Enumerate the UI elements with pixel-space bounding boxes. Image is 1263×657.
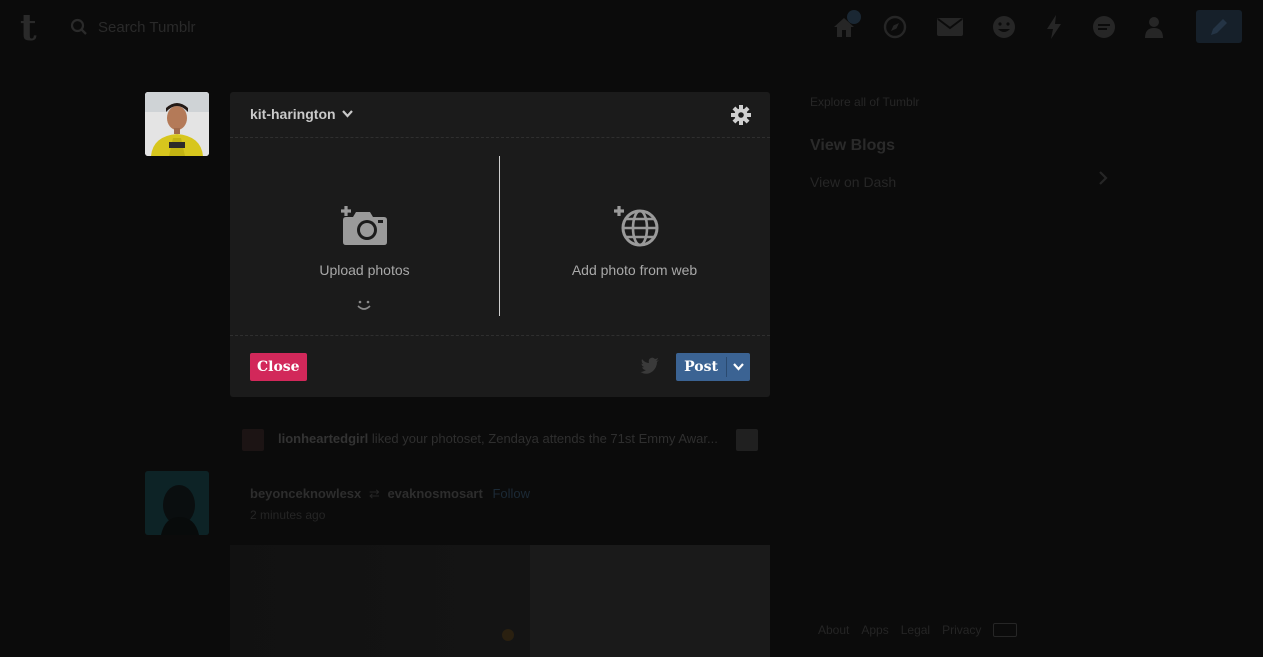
twitter-icon[interactable] [640,357,660,375]
photo-source-area: Upload photos Add photo from web [230,138,770,336]
footer-links: About Apps Legal Privacy [818,623,1018,637]
chevron-right-icon [1099,171,1108,185]
home-icon[interactable] [829,10,861,42]
post-author[interactable]: beyonceknowlesx [250,486,361,501]
post-image [230,545,770,657]
notification-user[interactable]: lionheartedgirl [278,431,368,446]
tumblr-logo[interactable]: t [20,8,37,48]
post-button-label: Post [684,359,718,375]
view-on-dash-link[interactable]: View on Dash [810,174,896,190]
compose-icon [1211,18,1227,35]
explore-link[interactable]: Explore all of Tumblr [810,95,919,109]
add-photo-from-web-label: Add photo from web [571,262,698,278]
top-bar: t Search Tumblr [0,0,1263,54]
notification-text: lionheartedgirl liked your photoset, Zen… [278,431,718,446]
editor-header: kit-harington [230,92,770,138]
reblog-source[interactable]: evaknosmosart [387,486,482,501]
home-badge [847,10,861,24]
account-icon[interactable] [1139,12,1169,42]
activity-notification: lionheartedgirl liked your photoset, Zen… [230,423,770,455]
post-button[interactable]: Post [676,353,750,381]
chat-icon[interactable] [1089,12,1119,42]
upload-photos-option[interactable]: Upload photos [230,138,499,336]
footer-apps-link[interactable]: Apps [861,623,888,637]
notification-thumbnail [736,429,758,451]
footer-privacy-link[interactable]: Privacy [942,623,981,637]
smiley-icon [357,300,371,310]
close-button[interactable]: Close [250,353,307,381]
blog-name: kit-harington [250,106,336,122]
keyboard-shortcuts-icon[interactable] [993,623,1018,637]
globe-plus-icon [614,206,659,247]
post-options-dropdown[interactable] [727,363,750,371]
camera-plus-icon [341,206,387,245]
notification-message: liked your photoset, Zendaya attends the… [371,431,718,446]
reblog-icon: ⇄ [368,486,380,501]
follow-link[interactable]: Follow [492,486,530,501]
explore-icon[interactable] [880,12,910,42]
notification-avatar [242,429,264,451]
editor-footer: Close Post [230,337,770,397]
footer-legal-link[interactable]: Legal [901,623,930,637]
mail-icon[interactable] [935,12,965,42]
view-blogs-heading: View Blogs [810,137,896,154]
post-header: beyonceknowlesx ⇄ evaknosmosart Follow [250,486,530,502]
post-timestamp: 2 minutes ago [250,508,326,522]
search-icon [70,18,87,35]
gear-icon[interactable] [730,104,752,126]
footer-about-link[interactable]: About [818,623,849,637]
upload-photos-label: Upload photos [319,262,410,278]
post-author-avatar[interactable] [145,471,209,535]
add-photo-from-web-option[interactable]: Add photo from web [500,138,769,336]
activity-icon[interactable] [1039,12,1069,42]
chevron-down-icon [733,363,744,371]
search-box[interactable]: Search Tumblr [70,14,310,40]
compose-button[interactable] [1196,10,1242,43]
blog-selector[interactable]: kit-harington [250,106,353,122]
photo-post-editor: kit-harington Upload photos Add photo fr… [230,92,770,397]
user-avatar[interactable] [145,92,209,156]
emoji-icon[interactable] [989,12,1019,42]
chevron-down-icon [341,110,353,118]
search-input[interactable]: Search Tumblr [98,19,196,36]
